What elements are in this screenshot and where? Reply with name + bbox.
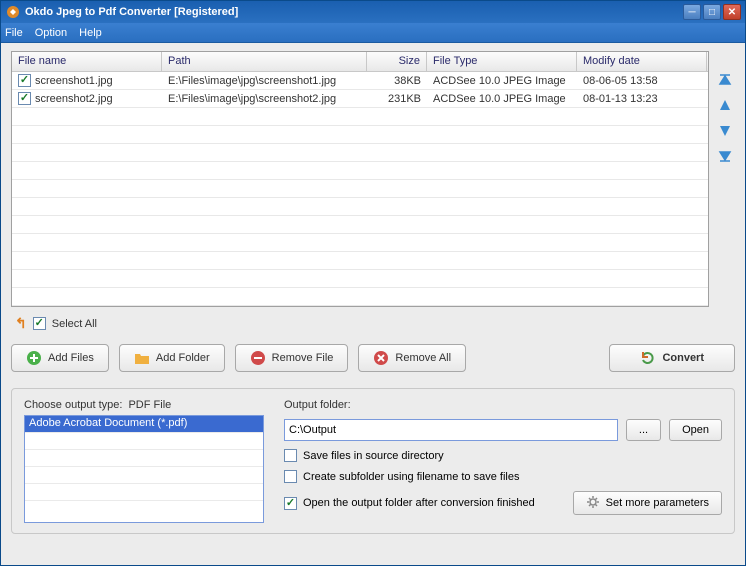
table-row [12, 270, 708, 288]
cell-size: 231KB [367, 93, 427, 105]
header-filename[interactable]: File name [12, 52, 162, 71]
save-in-source-label: Save files in source directory [303, 450, 444, 462]
remove-icon [250, 350, 266, 366]
menu-option[interactable]: Option [35, 27, 67, 39]
remove-file-button[interactable]: Remove File [235, 344, 349, 372]
create-subfolder-label: Create subfolder using filename to save … [303, 471, 519, 483]
table-header: File name Path Size File Type Modify dat… [12, 52, 708, 72]
titlebar: Okdo Jpeg to Pdf Converter [Registered] … [1, 1, 745, 23]
app-icon [5, 4, 21, 20]
table-row [12, 126, 708, 144]
table-row [12, 288, 708, 306]
minimize-button[interactable]: ─ [683, 4, 701, 20]
remove-all-icon [373, 350, 389, 366]
cell-filename: screenshot1.jpg [35, 75, 113, 87]
header-path[interactable]: Path [162, 52, 367, 71]
header-type[interactable]: File Type [427, 52, 577, 71]
move-up-button[interactable] [717, 97, 733, 113]
gear-icon [586, 495, 600, 512]
output-type-option[interactable]: Adobe Acrobat Document (*.pdf) [25, 416, 263, 433]
output-folder-input[interactable] [284, 419, 618, 441]
table-body: screenshot1.jpg E:\Files\image\jpg\screen… [12, 72, 708, 306]
action-buttons: Add Files Add Folder Remove File Remove … [11, 340, 735, 382]
row-checkbox[interactable] [18, 92, 31, 105]
type-header: PDF File [128, 399, 171, 411]
cell-date: 08-06-05 13:58 [577, 75, 707, 87]
table-row[interactable]: screenshot2.jpg E:\Files\image\jpg\screen… [12, 90, 708, 108]
table-row [12, 216, 708, 234]
up-arrow-icon: ↰ [15, 315, 27, 332]
add-folder-button[interactable]: Add Folder [119, 344, 225, 372]
table-row[interactable]: screenshot1.jpg E:\Files\image\jpg\screen… [12, 72, 708, 90]
menu-file[interactable]: File [5, 27, 23, 39]
open-after-label: Open the output folder after conversion … [303, 497, 535, 509]
save-in-source-checkbox[interactable] [284, 449, 297, 462]
add-icon [26, 350, 42, 366]
move-bottom-button[interactable] [717, 149, 733, 165]
convert-icon [640, 350, 656, 366]
cell-path: E:\Files\image\jpg\screenshot2.jpg [162, 93, 367, 105]
table-row [12, 234, 708, 252]
select-all-label: Select All [52, 318, 97, 330]
row-checkbox[interactable] [18, 74, 31, 87]
table-row [12, 108, 708, 126]
choose-type-label: Choose output type: [24, 399, 122, 411]
cell-type: ACDSee 10.0 JPEG Image [427, 93, 577, 105]
remove-all-button[interactable]: Remove All [358, 344, 466, 372]
cell-path: E:\Files\image\jpg\screenshot1.jpg [162, 75, 367, 87]
add-files-button[interactable]: Add Files [11, 344, 109, 372]
app-window: Okdo Jpeg to Pdf Converter [Registered] … [0, 0, 746, 566]
header-size[interactable]: Size [367, 52, 427, 71]
select-all-checkbox[interactable] [33, 317, 46, 330]
window-title: Okdo Jpeg to Pdf Converter [Registered] [25, 6, 683, 18]
select-all-row: ↰ Select All [11, 313, 735, 334]
menu-help[interactable]: Help [79, 27, 102, 39]
output-panel: Choose output type: PDF File Adobe Acrob… [11, 388, 735, 534]
table-row [12, 144, 708, 162]
create-subfolder-checkbox[interactable] [284, 470, 297, 483]
more-parameters-button[interactable]: Set more parameters [573, 491, 722, 515]
move-top-button[interactable] [717, 71, 733, 87]
move-down-button[interactable] [717, 123, 733, 139]
file-table: File name Path Size File Type Modify dat… [11, 51, 709, 307]
cell-type: ACDSee 10.0 JPEG Image [427, 75, 577, 87]
folder-icon [134, 350, 150, 366]
close-button[interactable]: ✕ [723, 4, 741, 20]
output-folder-label: Output folder: [284, 399, 722, 411]
reorder-controls [715, 51, 735, 307]
cell-date: 08-01-13 13:23 [577, 93, 707, 105]
convert-button[interactable]: Convert [609, 344, 735, 372]
browse-button[interactable]: ... [626, 419, 661, 441]
header-date[interactable]: Modify date [577, 52, 707, 71]
table-row [12, 162, 708, 180]
output-type-list[interactable]: Adobe Acrobat Document (*.pdf) [24, 415, 264, 523]
cell-size: 38KB [367, 75, 427, 87]
maximize-button[interactable]: □ [703, 4, 721, 20]
table-row [12, 198, 708, 216]
content-area: File name Path Size File Type Modify dat… [1, 43, 745, 565]
open-after-checkbox[interactable] [284, 497, 297, 510]
menubar: File Option Help [1, 23, 745, 43]
open-folder-button[interactable]: Open [669, 419, 722, 441]
table-row [12, 180, 708, 198]
cell-filename: screenshot2.jpg [35, 93, 113, 105]
table-row [12, 252, 708, 270]
